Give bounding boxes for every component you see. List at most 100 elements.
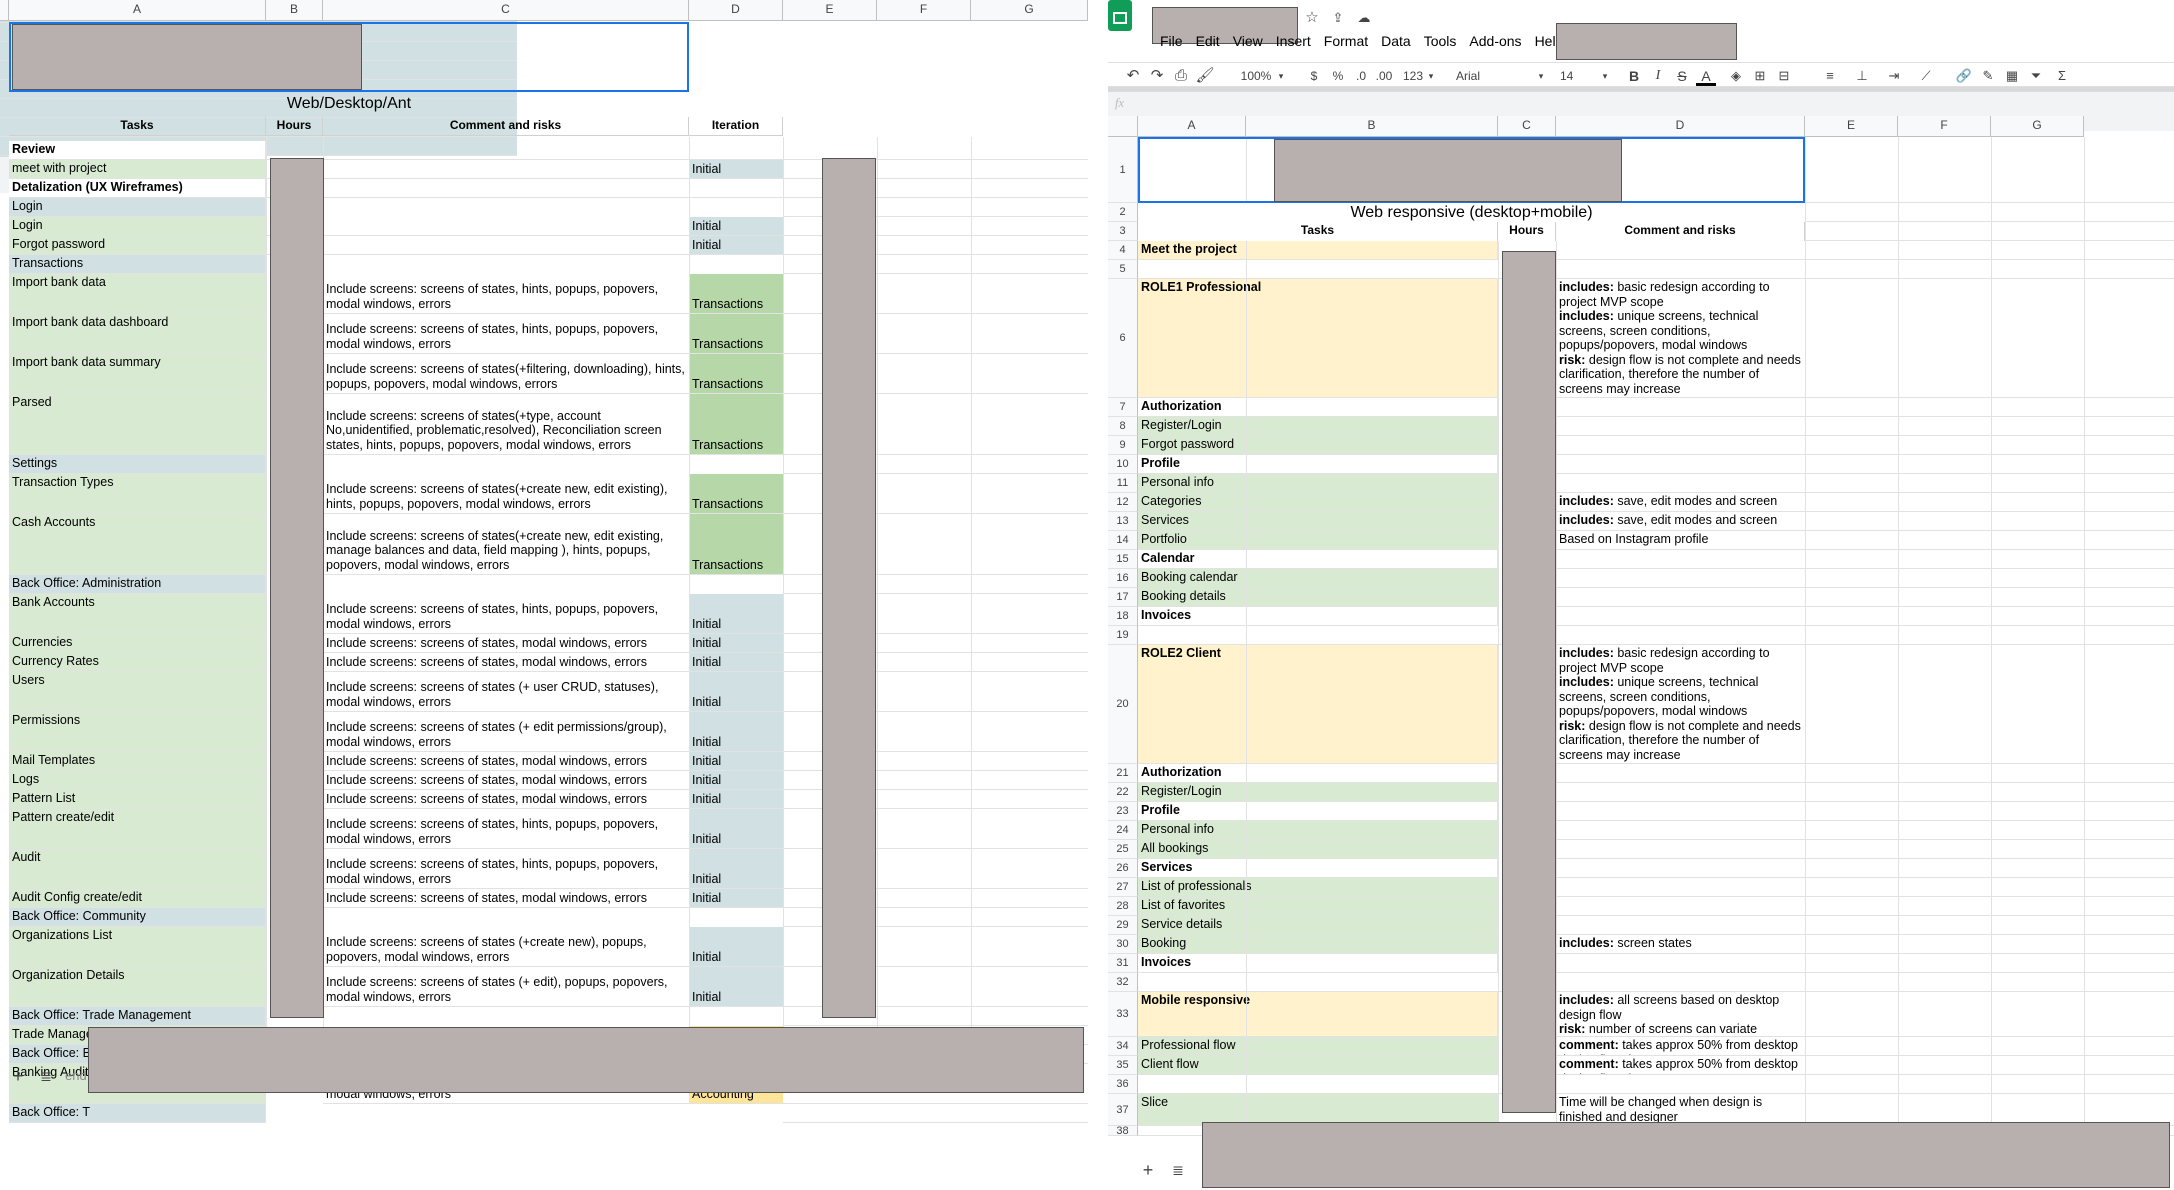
row-header[interactable]: 6 bbox=[1108, 279, 1138, 398]
currency-button[interactable]: $ bbox=[1306, 66, 1322, 86]
row-header[interactable]: 29 bbox=[1108, 916, 1138, 935]
column-header-c[interactable]: C bbox=[323, 0, 689, 21]
rotate-icon[interactable]: ⟋ bbox=[1916, 66, 1936, 86]
number-format-button[interactable]: 123 bbox=[1400, 66, 1426, 86]
increase-decimal-button[interactable]: .00 bbox=[1373, 66, 1395, 86]
row-header[interactable]: 18 bbox=[1108, 607, 1138, 626]
row-header[interactable]: 31 bbox=[1108, 954, 1138, 973]
move-icon[interactable]: ⇪ bbox=[1328, 8, 1348, 28]
comment-icon[interactable]: ✎ bbox=[1978, 66, 1998, 86]
redacted-hours-column bbox=[270, 158, 324, 1018]
row-header[interactable]: 3 bbox=[1108, 222, 1138, 241]
row-header[interactable]: 7 bbox=[1108, 398, 1138, 417]
redo-icon[interactable]: ↷ bbox=[1146, 66, 1168, 86]
row-header[interactable]: 17 bbox=[1108, 588, 1138, 607]
decrease-decimal-button[interactable]: .0 bbox=[1352, 66, 1370, 86]
row-header[interactable]: 14 bbox=[1108, 531, 1138, 550]
row-header[interactable]: 8 bbox=[1108, 417, 1138, 436]
row-header[interactable]: 32 bbox=[1108, 973, 1138, 992]
column-header-c[interactable]: C bbox=[1498, 116, 1556, 137]
row-header[interactable]: 38 bbox=[1108, 1126, 1138, 1137]
row-header[interactable]: 27 bbox=[1108, 878, 1138, 897]
column-header-e[interactable]: E bbox=[783, 0, 877, 21]
row-header[interactable]: 13 bbox=[1108, 512, 1138, 531]
sheet-tab-partial[interactable]: end bbox=[62, 1068, 88, 1086]
row-header[interactable]: 5 bbox=[1108, 260, 1138, 279]
row-header[interactable]: 37 bbox=[1108, 1094, 1138, 1126]
row-header[interactable]: 35 bbox=[1108, 1056, 1138, 1075]
print-icon[interactable]: ⎙ bbox=[1170, 66, 1192, 86]
column-header-a[interactable]: A bbox=[9, 0, 266, 21]
row-header[interactable]: 33 bbox=[1108, 992, 1138, 1037]
add-sheet-icon[interactable]: + bbox=[1138, 1160, 1158, 1180]
row-header[interactable]: 10 bbox=[1108, 455, 1138, 474]
column-header-a[interactable]: A bbox=[1138, 116, 1246, 137]
all-sheets-icon[interactable]: ≣ bbox=[1168, 1160, 1188, 1180]
row-header[interactable]: 12 bbox=[1108, 493, 1138, 512]
row-header[interactable]: 23 bbox=[1108, 802, 1138, 821]
menu-insert[interactable]: Insert bbox=[1276, 33, 1311, 49]
italic-button[interactable]: I bbox=[1648, 66, 1668, 86]
column-header-b[interactable]: B bbox=[1246, 116, 1498, 137]
font-select[interactable]: Arial bbox=[1456, 66, 1536, 86]
row-header[interactable]: 9 bbox=[1108, 436, 1138, 455]
column-header-e[interactable]: E bbox=[1805, 116, 1898, 137]
merge-cells-icon[interactable]: ⊟ bbox=[1774, 66, 1794, 86]
all-sheets-icon[interactable]: ≣ bbox=[36, 1066, 56, 1086]
column-header-b[interactable]: B bbox=[266, 0, 323, 21]
row-header[interactable]: 11 bbox=[1108, 474, 1138, 493]
row-header[interactable]: 19 bbox=[1108, 626, 1138, 645]
column-header-g[interactable]: G bbox=[971, 0, 1088, 21]
star-icon[interactable]: ☆ bbox=[1302, 8, 1322, 28]
row-header[interactable]: 30 bbox=[1108, 935, 1138, 954]
row-header[interactable]: 4 bbox=[1108, 241, 1138, 260]
column-header-f[interactable]: F bbox=[1898, 116, 1991, 137]
zoom-select[interactable]: 100% bbox=[1236, 66, 1276, 86]
font-size-select[interactable]: 14 bbox=[1560, 66, 1596, 86]
borders-icon[interactable]: ⊞ bbox=[1750, 66, 1770, 86]
cloud-status-icon[interactable]: ☁ bbox=[1354, 8, 1374, 28]
percent-button[interactable]: % bbox=[1330, 66, 1346, 86]
row-header[interactable]: 1 bbox=[1108, 137, 1138, 203]
row-header[interactable]: 26 bbox=[1108, 859, 1138, 878]
bold-button[interactable]: B bbox=[1624, 66, 1644, 86]
undo-icon[interactable]: ↶ bbox=[1122, 66, 1144, 86]
row-header[interactable]: 28 bbox=[1108, 897, 1138, 916]
row-header[interactable]: 2 bbox=[1108, 203, 1138, 222]
column-header-d[interactable]: D bbox=[1556, 116, 1805, 137]
menu-format[interactable]: Format bbox=[1324, 33, 1368, 49]
column-header-d[interactable]: D bbox=[689, 0, 783, 21]
strikethrough-button[interactable]: S bbox=[1672, 66, 1692, 86]
chart-icon[interactable]: ▦ bbox=[2002, 66, 2022, 86]
functions-icon[interactable]: Σ bbox=[2052, 66, 2072, 86]
row-header[interactable]: 36 bbox=[1108, 1075, 1138, 1094]
wrap-icon[interactable]: ⇥ bbox=[1884, 66, 1904, 86]
comment-line: Based on Instagram profile bbox=[1559, 532, 1802, 547]
menu-add-ons[interactable]: Add-ons bbox=[1469, 33, 1521, 49]
comment-line: includes: basic redesign according to pr… bbox=[1559, 280, 1802, 309]
valign-icon[interactable]: ⊥ bbox=[1852, 66, 1872, 86]
row-header[interactable]: 20 bbox=[1108, 645, 1138, 764]
comment-cell: includes: all screens based on desktop d… bbox=[1556, 992, 1805, 1037]
add-sheet-icon[interactable]: + bbox=[8, 1066, 28, 1086]
row-header[interactable]: 34 bbox=[1108, 1037, 1138, 1056]
link-icon[interactable]: 🔗 bbox=[1954, 66, 1974, 86]
menu-data[interactable]: Data bbox=[1381, 33, 1411, 49]
column-header-f[interactable]: F bbox=[877, 0, 971, 21]
row-header[interactable]: 25 bbox=[1108, 840, 1138, 859]
filter-icon[interactable]: ⏷ bbox=[2026, 66, 2046, 86]
row-header[interactable]: 16 bbox=[1108, 569, 1138, 588]
column-header-g[interactable]: G bbox=[1991, 116, 2084, 137]
row-header[interactable]: 15 bbox=[1108, 550, 1138, 569]
row-header[interactable]: 21 bbox=[1108, 764, 1138, 783]
menu-tools[interactable]: Tools bbox=[1424, 33, 1457, 49]
task-cell: Bank Accounts bbox=[9, 594, 266, 634]
comment-cell: Include screens: screens of states (+ us… bbox=[323, 672, 689, 712]
comment-keyword: risk: bbox=[1559, 352, 1586, 367]
text-color-button[interactable]: A bbox=[1696, 66, 1716, 86]
row-header[interactable]: 24 bbox=[1108, 821, 1138, 840]
row-header[interactable]: 22 bbox=[1108, 783, 1138, 802]
fill-color-icon[interactable]: ◈ bbox=[1726, 66, 1746, 86]
paint-format-icon[interactable]: 🖌 bbox=[1194, 66, 1216, 86]
align-icon[interactable]: ≡ bbox=[1820, 66, 1840, 86]
